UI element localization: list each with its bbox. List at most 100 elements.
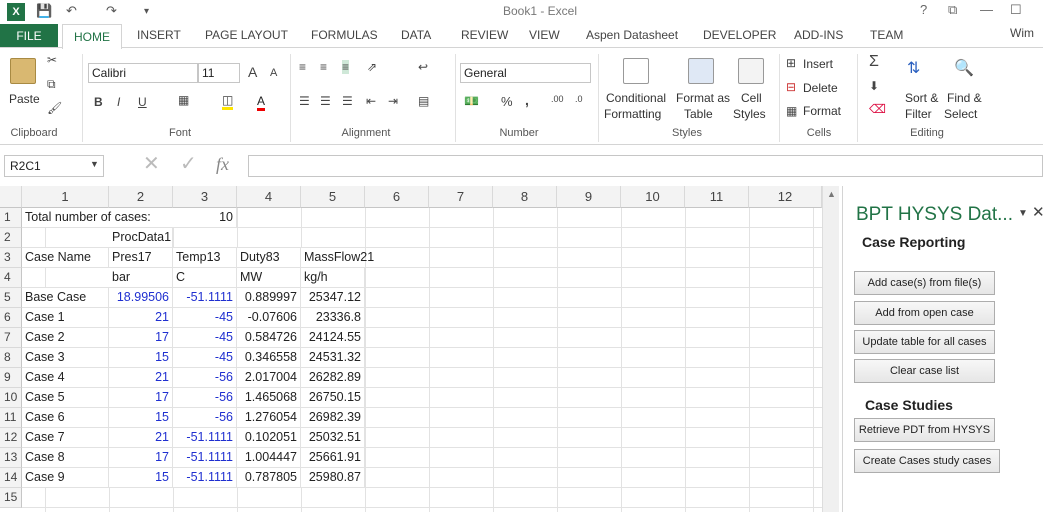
cell-unit[interactable]: MW [237,268,301,288]
cell-header[interactable]: Case Name [22,248,109,268]
currency-icon[interactable]: 💵 [464,94,479,108]
cell-value[interactable]: 0.787805 [237,468,301,488]
cell-value[interactable]: 25661.91 [301,448,365,468]
comma-button[interactable]: , [525,92,529,108]
cell-value[interactable]: -51.1111 [173,468,237,488]
column-header[interactable]: 1 [22,186,109,208]
align-top-icon[interactable]: ≡ [299,60,306,74]
cell-unit[interactable]: kg/h [301,268,365,288]
bold-button[interactable]: B [94,95,103,109]
column-header[interactable]: 3 [173,186,237,208]
cell-value[interactable]: 17 [109,448,173,468]
maximize-button[interactable]: ☐ [1010,2,1022,18]
cell-value[interactable]: -56 [173,408,237,428]
row-header[interactable]: 12 [0,428,22,448]
cell-case-name[interactable]: Case 7 [22,428,109,448]
find-select-icon[interactable]: 🔍 [954,58,974,78]
cell-styles-icon[interactable] [738,58,764,84]
cell-value[interactable]: 0.102051 [237,428,301,448]
insert-cells-icon[interactable]: ⊞ [786,56,796,70]
confirm-entry-icon[interactable]: ✓ [180,151,197,176]
cell-value[interactable]: 26282.89 [301,368,365,388]
shrink-font-button[interactable]: A [270,67,277,79]
italic-button[interactable]: I [117,95,120,109]
vertical-scrollbar[interactable]: ▲ [822,186,839,512]
tab-developer[interactable]: DEVELOPER [703,28,776,42]
ribbon-display-button[interactable]: ⧉ [948,2,957,18]
sort-filter-icon[interactable]: ⇅ [907,58,920,78]
row-header[interactable]: 14 [0,468,22,488]
tab-insert[interactable]: INSERT [137,28,181,42]
format-painter-icon[interactable]: 🖌 [47,101,62,115]
tab-data[interactable]: DATA [401,28,431,42]
conditional-formatting-button[interactable]: Conditional [606,91,666,105]
clear-case-list-button[interactable]: Clear case list [854,359,995,383]
cell-value[interactable]: 15 [109,468,173,488]
cell-header[interactable]: Temp13 [173,248,237,268]
cell-value[interactable]: 18.99506 [109,288,173,308]
cell-case-name[interactable]: Case 5 [22,388,109,408]
tab-team[interactable]: TEAM [870,28,903,42]
font-name-select[interactable]: Calibri [88,63,198,83]
row-header[interactable]: 5 [0,288,22,308]
add-from-open-case-button[interactable]: Add from open case [854,301,995,325]
row-header[interactable]: 1 [0,208,22,228]
cell-case-name[interactable]: Base Case [22,288,109,308]
cell-value[interactable]: 24124.55 [301,328,365,348]
cell-value[interactable]: -45 [173,328,237,348]
cell-case-name[interactable]: Case 9 [22,468,109,488]
tab-page-layout[interactable]: PAGE LAYOUT [205,28,288,42]
cell-case-name[interactable]: Case 3 [22,348,109,368]
cell-value[interactable]: 23336.8 [301,308,365,328]
column-header[interactable]: 6 [365,186,429,208]
cell-value[interactable]: 15 [109,348,173,368]
align-bottom-icon[interactable]: ≡ [342,60,350,74]
row-header[interactable]: 7 [0,328,22,348]
name-box[interactable]: R2C1 [4,155,104,177]
cell-value[interactable]: -56 [173,368,237,388]
retrieve-pdt-button[interactable]: Retrieve PDT from HYSYS [854,418,995,442]
number-format-select[interactable]: General [460,63,591,83]
cell-value[interactable]: 17 [109,328,173,348]
pane-options-icon[interactable]: ▼ [1018,208,1028,219]
select-all-corner[interactable] [0,186,22,208]
row-header[interactable]: 8 [0,348,22,368]
cell-styles-button[interactable]: Cell [741,91,762,105]
cell-header[interactable]: Duty83 [237,248,301,268]
cell-value[interactable]: 26750.15 [301,388,365,408]
cell-header[interactable]: MassFlow21 [301,248,374,268]
formula-input[interactable] [248,155,1043,177]
cell-value[interactable]: 17 [109,388,173,408]
cell-value[interactable]: -56 [173,388,237,408]
cell-value[interactable]: 1.276054 [237,408,301,428]
row-header[interactable]: 11 [0,408,22,428]
row-header[interactable]: 10 [0,388,22,408]
row-header[interactable]: 4 [0,268,22,288]
insert-function-button[interactable]: fx [216,154,229,175]
help-button[interactable]: ? [920,2,927,17]
paste-icon[interactable] [10,58,36,84]
delete-cells-icon[interactable]: ⊟ [786,80,796,94]
cancel-entry-icon[interactable]: ✕ [143,151,160,176]
column-header[interactable]: 4 [237,186,301,208]
row-header[interactable]: 3 [0,248,22,268]
underline-button[interactable]: U [138,95,147,109]
cell-value[interactable]: 2.017004 [237,368,301,388]
sort-filter-button[interactable]: Sort & [905,91,938,105]
wrap-text-icon[interactable]: ↩ [418,60,428,74]
cell-value[interactable]: 0.346558 [237,348,301,368]
cell-value[interactable]: 15 [109,408,173,428]
tab-aspen-datasheet[interactable]: Aspen Datasheet [586,28,678,42]
cell-value[interactable]: -51.1111 [173,448,237,468]
cell-value[interactable]: 25032.51 [301,428,365,448]
scroll-up-icon[interactable]: ▲ [827,189,836,199]
align-left-icon[interactable]: ☰ [299,94,310,108]
cell-case-name[interactable]: Case 8 [22,448,109,468]
minimize-button[interactable]: — [980,2,993,17]
cell-value[interactable]: 25347.12 [301,288,365,308]
cell-total-cases-label[interactable]: Total number of cases: [22,208,173,228]
row-header[interactable]: 6 [0,308,22,328]
cell-value[interactable]: 0.889997 [237,288,301,308]
cell-value[interactable]: -0.07606 [237,308,301,328]
worksheet-grid[interactable]: 1 2 3 4 5 6 7 8 9 10 11 12 1 2 3 4 5 6 7… [0,186,822,512]
